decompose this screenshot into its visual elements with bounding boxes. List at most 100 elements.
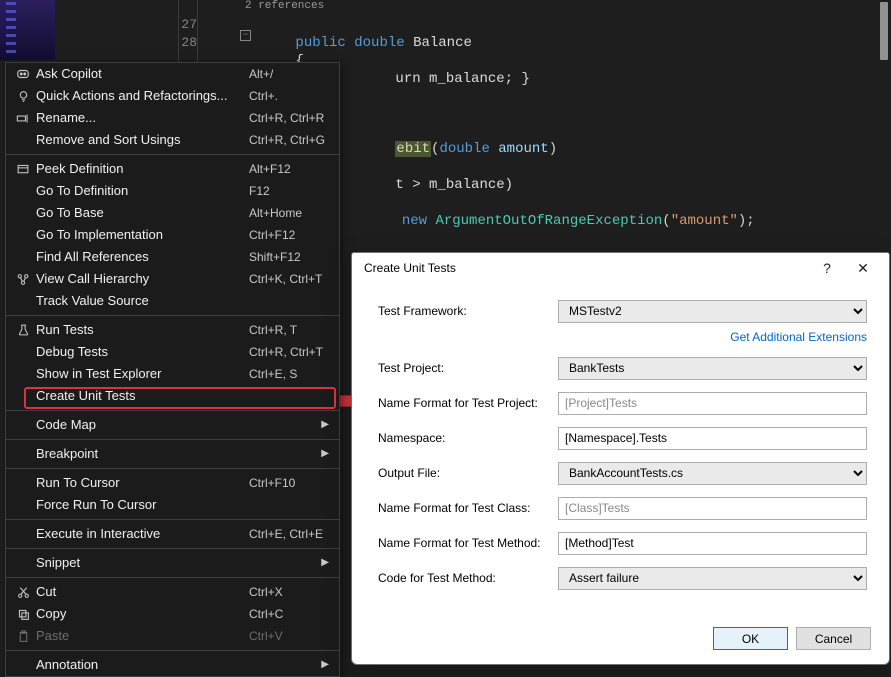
menu-separator [6,315,339,316]
code-token [405,35,413,51]
code-token: m_balance [429,177,505,193]
label-test-framework: Test Framework: [378,304,558,318]
link-get-extensions[interactable]: Get Additional Extensions [730,330,867,344]
code-token: ( [662,213,670,229]
menu-snippet[interactable]: Snippet ▶ [6,552,339,574]
menu-track-value[interactable]: Track Value Source [6,290,339,312]
code-token [490,141,498,157]
menu-shortcut: Ctrl+X [249,581,329,603]
select-test-framework[interactable]: MSTestv2 [558,300,867,323]
chevron-right-icon: ▶ [321,552,329,574]
menu-shortcut: Alt+/ [249,63,329,85]
menu-label: Execute in Interactive [34,523,249,545]
menu-label: Create Unit Tests [34,385,249,407]
menu-debug-tests[interactable]: Debug Tests Ctrl+R, Ctrl+T [6,341,339,363]
menu-show-test-explorer[interactable]: Show in Test Explorer Ctrl+E, S [6,363,339,385]
menu-ask-copilot[interactable]: Ask Copilot Alt+/ [6,63,339,85]
menu-shortcut: Shift+F12 [249,246,329,268]
select-code-for-method[interactable]: Assert failure [558,567,867,590]
help-button[interactable]: ? [809,254,845,282]
code-token: m_balance [429,71,505,87]
codelens-refs[interactable]: 2 references [245,0,891,16]
menu-run-to-cursor[interactable]: Run To Cursor Ctrl+F10 [6,472,339,494]
menu-shortcut: Ctrl+. [249,85,329,107]
menu-rename[interactable]: Rename... Ctrl+R, Ctrl+R [6,107,339,129]
menu-shortcut: Ctrl+R, Ctrl+R [249,107,329,129]
menu-go-impl[interactable]: Go To Implementation Ctrl+F12 [6,224,339,246]
menu-label: View Call Hierarchy [34,268,249,290]
menu-quick-actions[interactable]: Quick Actions and Refactorings... Ctrl+. [6,85,339,107]
code-token: new [393,213,435,229]
menu-go-definition[interactable]: Go To Definition F12 [6,180,339,202]
input-namespace[interactable] [558,427,867,450]
menu-label: Force Run To Cursor [34,494,249,516]
menu-peek-definition[interactable]: Peek Definition Alt+F12 [6,158,339,180]
menu-call-hierarchy[interactable]: View Call Hierarchy Ctrl+K, Ctrl+T [6,268,339,290]
menu-copy[interactable]: Copy Ctrl+C [6,603,339,625]
menu-paste: Paste Ctrl+V [6,625,339,647]
menu-shortcut: Ctrl+K, Ctrl+T [249,268,329,290]
menu-code-map[interactable]: Code Map ▶ [6,414,339,436]
menu-label: Go To Base [34,202,249,224]
code-token [346,35,354,51]
menu-separator [6,548,339,549]
label-project-name-format: Name Format for Test Project: [378,396,558,410]
chevron-right-icon: ▶ [321,443,329,465]
menu-shortcut: Ctrl+R, Ctrl+T [249,341,329,363]
menu-execute-interactive[interactable]: Execute in Interactive Ctrl+E, Ctrl+E [6,523,339,545]
label-namespace: Namespace: [378,431,558,445]
context-menu: Ask Copilot Alt+/ Quick Actions and Refa… [5,62,340,677]
menu-go-base[interactable]: Go To Base Alt+Home [6,202,339,224]
lightbulb-icon [12,90,34,103]
menu-shortcut: Ctrl+F12 [249,224,329,246]
menu-separator [6,650,339,651]
menu-label: Go To Definition [34,180,249,202]
chevron-right-icon: ▶ [321,414,329,436]
dialog-title: Create Unit Tests [364,261,809,275]
menu-label: Snippet [34,552,321,574]
menu-label: Cut [34,581,249,603]
menu-run-tests[interactable]: Run Tests Ctrl+R, T [6,319,339,341]
peek-icon [12,163,34,176]
menu-shortcut: Alt+F12 [249,158,329,180]
menu-label: Track Value Source [34,290,249,312]
menu-breakpoint[interactable]: Breakpoint ▶ [6,443,339,465]
ok-button[interactable]: OK [713,627,788,650]
code-token: ) [549,141,557,157]
label-code-for-method: Code for Test Method: [378,571,558,585]
input-class-name-format[interactable] [558,497,867,520]
hierarchy-icon [12,273,34,286]
dialog-body: Test Framework: MSTestv2 Get Additional … [352,283,889,592]
code-token: urn [395,71,429,87]
menu-remove-usings[interactable]: Remove and Sort Usings Ctrl+R, Ctrl+G [6,129,339,151]
code-content[interactable]: 2 references public double Balance { urn… [245,0,891,260]
code-token: ; } [505,71,530,87]
code-token: ) [505,177,513,193]
menu-find-refs[interactable]: Find All References Shift+F12 [6,246,339,268]
cancel-button[interactable]: Cancel [796,627,871,650]
input-method-name-format[interactable] [558,532,867,555]
menu-annotation[interactable]: Annotation ▶ [6,654,339,676]
menu-create-unit-tests[interactable]: Create Unit Tests [6,385,339,407]
menu-label: Breakpoint [34,443,321,465]
select-test-project[interactable]: BankTests [558,357,867,380]
input-project-name-format[interactable] [558,392,867,415]
code-token: public [295,35,345,51]
menu-separator [6,439,339,440]
menu-separator [6,468,339,469]
menu-force-run-to-cursor[interactable]: Force Run To Cursor [6,494,339,516]
code-token: double [354,35,404,51]
copy-icon [12,608,34,621]
menu-cut[interactable]: Cut Ctrl+X [6,581,339,603]
menu-separator [6,410,339,411]
close-button[interactable]: ✕ [845,254,881,282]
menu-label: Quick Actions and Refactorings... [34,85,249,107]
select-output-file[interactable]: BankAccountTests.cs [558,462,867,485]
menu-label: Peek Definition [34,158,249,180]
menu-label: Show in Test Explorer [34,363,249,385]
dialog-titlebar: Create Unit Tests ? ✕ [352,253,889,283]
menu-shortcut: Ctrl+R, T [249,319,329,341]
label-class-name-format: Name Format for Test Class: [378,501,558,515]
code-token: double [439,141,489,157]
line-number: 27 [125,16,215,34]
